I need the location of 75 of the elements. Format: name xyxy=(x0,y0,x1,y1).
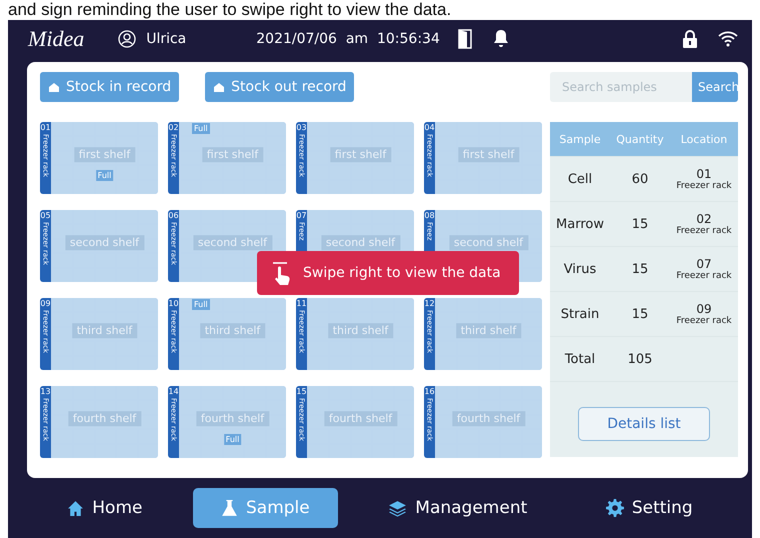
rack-number: 11 xyxy=(296,299,307,308)
home-icon xyxy=(67,500,84,516)
shelf-label: second shelf xyxy=(320,235,400,250)
rack-number: 03 xyxy=(296,123,307,132)
bell-icon[interactable] xyxy=(492,29,510,49)
table-cell-text: Total xyxy=(564,352,596,366)
rack-number: 07 xyxy=(296,211,307,220)
lock-icon[interactable] xyxy=(682,29,698,49)
location-number: 01 xyxy=(696,168,712,180)
full-badge: Full xyxy=(192,299,210,310)
table-cell-text: 15 xyxy=(630,216,650,232)
user-icon xyxy=(118,30,136,48)
shelf-label: first shelf xyxy=(330,147,392,162)
table-cell-text: 15 xyxy=(630,262,650,276)
shelf-label: first shelf xyxy=(202,147,264,162)
shelf-label: third shelf xyxy=(200,323,266,338)
details-list-button[interactable]: Details list xyxy=(578,407,710,441)
user-name: Ulrica xyxy=(146,31,186,47)
rack-number: 08 xyxy=(424,211,435,220)
rack-number: 02 xyxy=(168,123,179,132)
rack-number: 12 xyxy=(424,299,435,308)
full-badge: Full xyxy=(224,434,242,445)
shelf-label: first shelf xyxy=(458,147,520,162)
nav-tab[interactable]: Setting xyxy=(578,488,721,528)
table-cell-text: Marrow xyxy=(555,216,605,232)
rack-number: 01 xyxy=(40,123,51,132)
layers-icon xyxy=(388,500,408,516)
full-badge: Full xyxy=(192,123,210,134)
location-label: Freezer rack xyxy=(676,180,732,190)
column-header: Sample xyxy=(558,132,602,146)
table-cell-text: Strain xyxy=(560,306,600,322)
shelf-label: third shelf xyxy=(456,323,522,338)
location-number: 07 xyxy=(696,258,712,270)
rack-number: 10 xyxy=(168,299,179,308)
rack-number: 14 xyxy=(168,387,179,396)
shelf-label: second shelf xyxy=(192,235,272,250)
shelf-label: fourth shelf xyxy=(68,411,142,426)
full-badge: Full xyxy=(96,170,114,181)
rack-number: 05 xyxy=(40,211,51,220)
date-time: 2021/07/06 am 10:56:34 xyxy=(256,31,440,47)
logo: Midea xyxy=(28,26,84,52)
column-header: Quantity xyxy=(615,132,665,146)
wifi-icon xyxy=(718,31,738,47)
rack-number: 13 xyxy=(40,387,51,396)
location-number: 09 xyxy=(696,302,712,316)
gear-icon xyxy=(606,499,624,517)
search-field[interactable]: Search samples xyxy=(550,72,692,102)
door-icon[interactable] xyxy=(458,29,472,49)
table-cell-text: Virus xyxy=(562,262,598,276)
shelf-label: third shelf xyxy=(72,323,138,338)
rack-number: 15 xyxy=(296,387,307,396)
caption-text: and sign reminding the user to swipe right to view the data. xyxy=(8,0,452,19)
rack-number: 04 xyxy=(424,123,435,132)
table-cell-text: Cell xyxy=(566,172,594,186)
shelf-label: second shelf xyxy=(64,235,144,250)
table-cell-text: 105 xyxy=(626,352,654,366)
table-cell-text: 15 xyxy=(630,306,650,322)
nav-tab[interactable]: Home xyxy=(39,488,170,528)
nav-tab[interactable]: Management xyxy=(360,488,556,528)
location-label: Freezer rack xyxy=(676,316,732,326)
flask-icon xyxy=(221,498,238,518)
location-label: Freezer rack xyxy=(676,226,732,236)
column-header: Location xyxy=(680,132,728,146)
shelf-label: first shelf xyxy=(74,147,136,162)
shelf-label: fourth shelf xyxy=(196,411,270,426)
location-label: Freezer rack xyxy=(676,270,732,280)
shelf-label: third shelf xyxy=(328,323,394,338)
rack-number: 06 xyxy=(168,211,179,220)
shelf-label: second shelf xyxy=(448,235,528,250)
location-number: 02 xyxy=(696,212,712,226)
table-cell-text: 60 xyxy=(630,172,650,186)
shelf-label: fourth shelf xyxy=(324,411,398,426)
rack-number: 16 xyxy=(424,387,435,396)
shelf-label: fourth shelf xyxy=(452,411,526,426)
rack-number: 09 xyxy=(40,299,51,308)
